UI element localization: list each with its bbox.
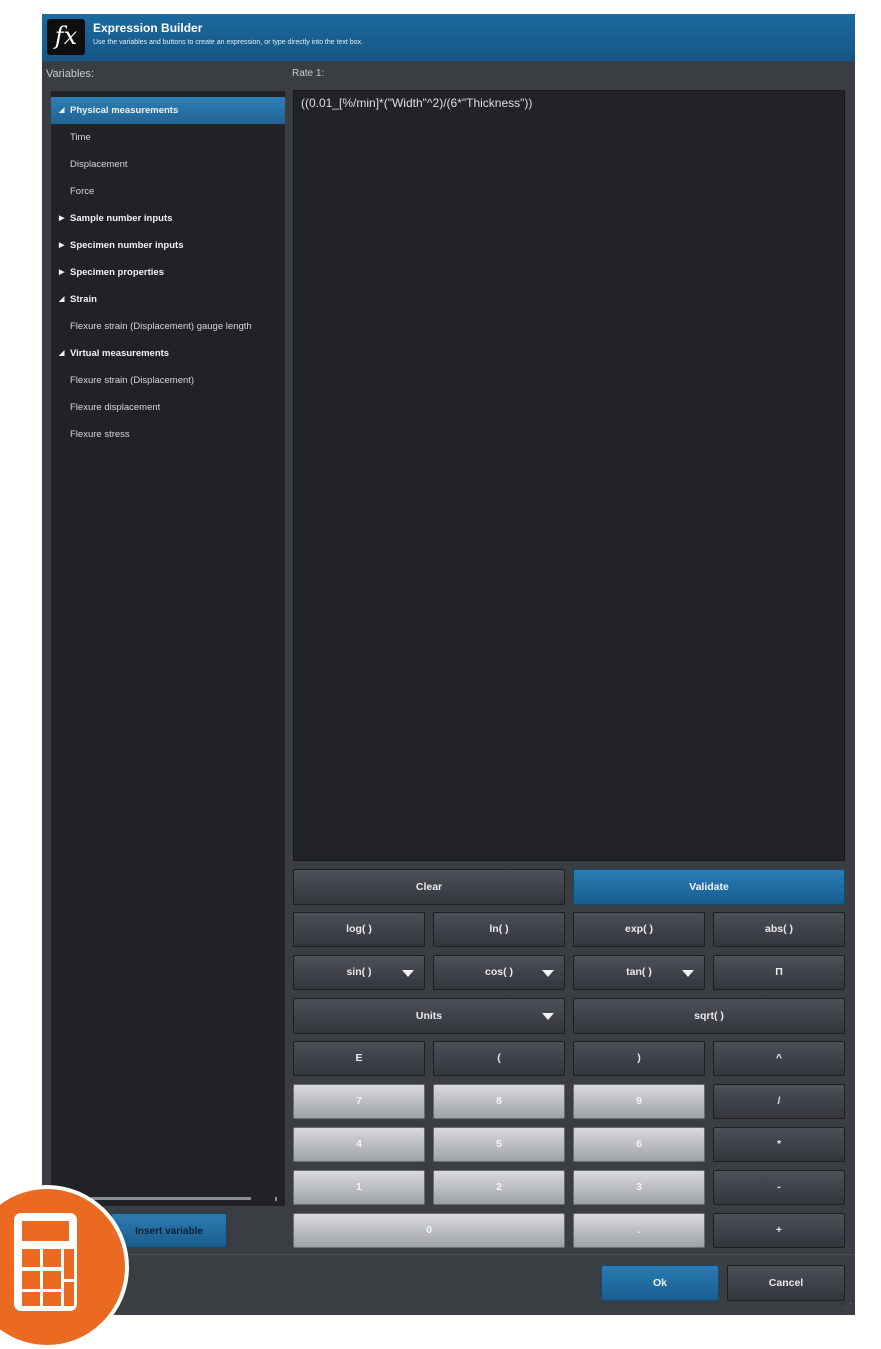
tree-item-label: Specimen number inputs bbox=[70, 240, 184, 251]
power-button[interactable]: ^ bbox=[713, 1041, 845, 1076]
calculator-key bbox=[22, 1271, 40, 1289]
tree-item-flexure-strain-gauge-length[interactable]: Flexure strain (Displacement) gauge leng… bbox=[51, 313, 285, 340]
ln-button[interactable]: ln( ) bbox=[433, 912, 565, 947]
insert-variable-button[interactable]: Insert variable bbox=[111, 1213, 227, 1248]
collapse-arrow-icon[interactable]: ▶ bbox=[59, 259, 69, 286]
tree-item-label: Time bbox=[70, 132, 91, 143]
tree-group-virtual-measurements[interactable]: ◢ Virtual measurements bbox=[51, 340, 285, 367]
calculator-key bbox=[22, 1249, 40, 1267]
dropdown-caret-icon bbox=[542, 969, 554, 977]
tree-item-label: Flexure strain (Displacement) gauge leng… bbox=[70, 321, 252, 332]
tree-item-label: Specimen properties bbox=[70, 267, 164, 278]
e-button[interactable]: E bbox=[293, 1041, 425, 1076]
digit-9-button[interactable]: 9 bbox=[573, 1084, 705, 1119]
tree-item-label: Flexure stress bbox=[70, 429, 130, 440]
calculator-key bbox=[22, 1292, 40, 1306]
validate-button[interactable]: Validate bbox=[573, 869, 845, 905]
expression-textbox[interactable]: ((0.01_[%/min]*("Width"^2)/(6*"Thickness… bbox=[293, 90, 845, 861]
collapse-arrow-icon[interactable]: ▶ bbox=[59, 205, 69, 232]
calculator-screen bbox=[22, 1221, 69, 1241]
window-title: Expression Builder bbox=[93, 21, 203, 35]
variables-label: Variables: bbox=[46, 68, 95, 80]
fx-icon: fx bbox=[47, 19, 85, 55]
tree-group-physical-measurements[interactable]: ◢ Physical measurements bbox=[51, 97, 285, 124]
variables-tree[interactable]: ◢ Physical measurements Time Displacement… bbox=[51, 91, 285, 1206]
cos-label: cos( ) bbox=[484, 966, 513, 978]
pi-button[interactable]: Π bbox=[713, 955, 845, 990]
abs-button[interactable]: abs( ) bbox=[713, 912, 845, 947]
close-paren-button[interactable]: ) bbox=[573, 1041, 705, 1076]
dropdown-caret-icon bbox=[402, 969, 414, 977]
badge-circle bbox=[0, 1189, 125, 1345]
units-label: Units bbox=[415, 1010, 443, 1022]
title-bar: fx Expression Builder Use the variables … bbox=[42, 14, 855, 61]
rate-label: Rate 1: bbox=[292, 68, 325, 79]
tree-item-label: Force bbox=[70, 186, 95, 197]
expand-arrow-icon[interactable]: ◢ bbox=[59, 97, 69, 124]
tree-item-label: Flexure strain (Displacement) bbox=[70, 375, 195, 386]
tree-item-label: Strain bbox=[70, 294, 97, 305]
window-subtitle: Use the variables and buttons to create … bbox=[93, 39, 364, 46]
divide-button[interactable]: / bbox=[713, 1084, 845, 1119]
tree-item-flexure-strain[interactable]: Flexure strain (Displacement) bbox=[51, 367, 285, 394]
tree-item-flexure-displacement[interactable]: Flexure displacement bbox=[51, 394, 285, 421]
calculator-plus-key bbox=[64, 1249, 74, 1279]
expand-arrow-icon[interactable]: ◢ bbox=[59, 340, 69, 367]
add-button[interactable]: + bbox=[713, 1213, 845, 1248]
resize-grip-icon[interactable]: ⋰ bbox=[844, 1302, 852, 1311]
digit-5-button[interactable]: 5 bbox=[433, 1127, 565, 1162]
digit-1-button[interactable]: 1 bbox=[293, 1170, 425, 1205]
tree-group-specimen-number-inputs[interactable]: ▶ Specimen number inputs bbox=[51, 232, 285, 259]
decimal-button[interactable]: . bbox=[573, 1213, 705, 1248]
calculator-icon bbox=[14, 1213, 77, 1311]
expression-builder-window: fx Expression Builder Use the variables … bbox=[42, 14, 855, 1315]
calculator-key bbox=[43, 1249, 61, 1267]
ok-button[interactable]: Ok bbox=[601, 1265, 719, 1301]
tan-label: tan( ) bbox=[626, 966, 652, 978]
subtract-button[interactable]: - bbox=[713, 1170, 845, 1205]
clear-button[interactable]: Clear bbox=[293, 869, 565, 905]
horizontal-scrollbar[interactable] bbox=[91, 1197, 251, 1200]
digit-2-button[interactable]: 2 bbox=[433, 1170, 565, 1205]
tree-item-displacement[interactable]: Displacement bbox=[51, 151, 285, 178]
sqrt-button[interactable]: sqrt( ) bbox=[573, 998, 845, 1034]
footer-divider bbox=[42, 1254, 855, 1255]
calculator-key bbox=[43, 1271, 61, 1289]
open-paren-button[interactable]: ( bbox=[433, 1041, 565, 1076]
exp-button[interactable]: exp( ) bbox=[573, 912, 705, 947]
tan-dropdown-button[interactable]: tan( ) bbox=[573, 955, 705, 990]
tree-group-specimen-properties[interactable]: ▶ Specimen properties bbox=[51, 259, 285, 286]
digit-4-button[interactable]: 4 bbox=[293, 1127, 425, 1162]
units-dropdown-button[interactable]: Units bbox=[293, 998, 565, 1034]
digit-6-button[interactable]: 6 bbox=[573, 1127, 705, 1162]
scrollbar-end bbox=[275, 1197, 277, 1201]
tree-item-force[interactable]: Force bbox=[51, 178, 285, 205]
multiply-button[interactable]: * bbox=[713, 1127, 845, 1162]
tree-item-label: Virtual measurements bbox=[70, 348, 170, 359]
digit-8-button[interactable]: 8 bbox=[433, 1084, 565, 1119]
digit-3-button[interactable]: 3 bbox=[573, 1170, 705, 1205]
tree-item-label: Physical measurements bbox=[70, 105, 179, 116]
calculator-minus-key bbox=[64, 1282, 74, 1306]
tree-group-sample-number-inputs[interactable]: ▶ Sample number inputs bbox=[51, 205, 285, 232]
log-button[interactable]: log( ) bbox=[293, 912, 425, 947]
collapse-arrow-icon[interactable]: ▶ bbox=[59, 232, 69, 259]
tree-item-time[interactable]: Time bbox=[51, 124, 285, 151]
tree-item-label: Displacement bbox=[70, 159, 128, 170]
calculator-key bbox=[43, 1292, 61, 1306]
tree-item-flexure-stress[interactable]: Flexure stress bbox=[51, 421, 285, 448]
dropdown-caret-icon bbox=[542, 1013, 554, 1020]
tree-item-label: Sample number inputs bbox=[70, 213, 173, 224]
tree-item-label: Flexure displacement bbox=[70, 402, 161, 413]
cancel-button[interactable]: Cancel bbox=[727, 1265, 845, 1301]
tree-group-strain[interactable]: ◢ Strain bbox=[51, 286, 285, 313]
sin-label: sin( ) bbox=[346, 966, 372, 978]
dropdown-caret-icon bbox=[682, 969, 694, 977]
cos-dropdown-button[interactable]: cos( ) bbox=[433, 955, 565, 990]
sin-dropdown-button[interactable]: sin( ) bbox=[293, 955, 425, 990]
expand-arrow-icon[interactable]: ◢ bbox=[59, 286, 69, 313]
digit-7-button[interactable]: 7 bbox=[293, 1084, 425, 1119]
digit-0-button[interactable]: 0 bbox=[293, 1213, 565, 1248]
